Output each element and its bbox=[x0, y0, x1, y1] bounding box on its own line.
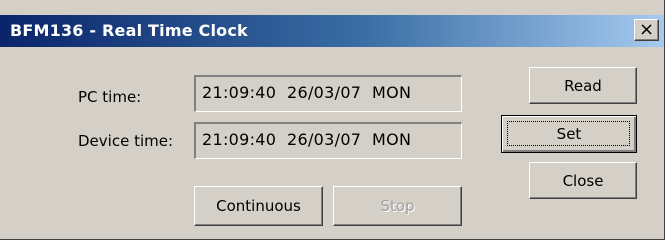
focus-rectangle bbox=[507, 121, 630, 146]
stop-button-label: Stop bbox=[380, 197, 415, 215]
read-button[interactable]: Read bbox=[529, 67, 637, 104]
stop-button[interactable]: Stop bbox=[333, 186, 462, 226]
close-button-label: Close bbox=[562, 171, 604, 190]
rtc-dialog: BFM136 - Real Time Clock × PC time: 21:0… bbox=[0, 0, 665, 240]
close-icon: × bbox=[638, 19, 655, 40]
set-button[interactable]: Set bbox=[501, 115, 637, 153]
title-bar[interactable]: BFM136 - Real Time Clock bbox=[0, 15, 664, 47]
device-time-label: Device time: bbox=[78, 132, 174, 150]
close-window-button[interactable]: × bbox=[634, 19, 659, 41]
read-button-label: Read bbox=[564, 76, 602, 95]
pc-time-label: PC time: bbox=[78, 88, 142, 106]
window-title: BFM136 - Real Time Clock bbox=[10, 21, 248, 40]
continuous-button[interactable]: Continuous bbox=[194, 186, 323, 226]
pc-time-field: 21:09:40 26/03/07 MON bbox=[194, 75, 462, 112]
close-button[interactable]: Close bbox=[529, 162, 637, 199]
device-time-field: 21:09:40 26/03/07 MON bbox=[194, 122, 462, 159]
continuous-button-label: Continuous bbox=[216, 197, 301, 215]
